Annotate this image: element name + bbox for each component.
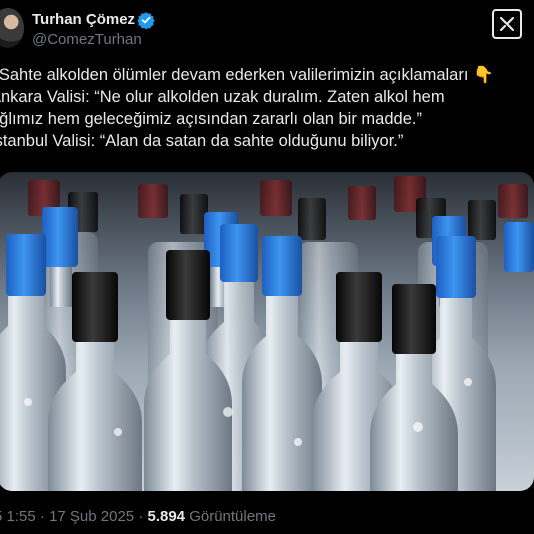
- bottles-photo: [0, 176, 534, 491]
- meta-separator: ·: [39, 508, 45, 525]
- views-count: 5.894: [147, 508, 186, 525]
- tweet-line-3: ağlımız hem geleceğimiz açısından zararl…: [0, 110, 422, 128]
- tweet-time[interactable]: 5 1:55: [0, 508, 36, 525]
- tweet-meta: 5 1:55 · 17 Şub 2025 · 5.894 Görüntüleme: [0, 508, 276, 525]
- tweet-date[interactable]: 17 Şub 2025: [49, 508, 134, 525]
- meta-separator: ·: [138, 508, 144, 525]
- avatar[interactable]: [0, 8, 24, 48]
- verified-badge-icon: [137, 12, 155, 29]
- grok-icon: [499, 16, 515, 32]
- author-handle[interactable]: @ComezTurhan: [32, 31, 142, 48]
- tweet-line-1: | Sahte alkolden ölümler devam ederken v…: [0, 66, 494, 84]
- tweet-header: Turhan Çömez @ComezTurhan: [0, 0, 534, 56]
- views-label: Görüntüleme: [189, 508, 276, 525]
- author-name[interactable]: Turhan Çömez: [32, 11, 135, 28]
- tweet-line-4: İstanbul Valisi: “Alan da satan da sahte…: [0, 132, 404, 150]
- tweet-text: | Sahte alkolden ölümler devam ederken v…: [0, 64, 530, 152]
- tweet-line-2: Ankara Valisi: “Ne olur alkolden uzak du…: [0, 88, 445, 106]
- grok-button[interactable]: [492, 9, 522, 39]
- tweet-photo[interactable]: [0, 172, 534, 491]
